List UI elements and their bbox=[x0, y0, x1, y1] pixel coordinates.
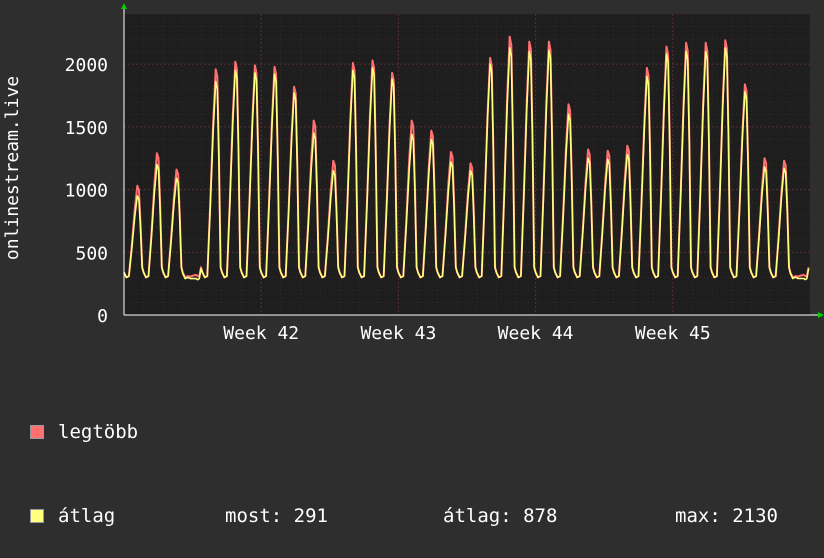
x-tick-label: Week 45 bbox=[635, 323, 711, 344]
y-tick-label: 1000 bbox=[65, 181, 108, 202]
x-tick-label: Week 43 bbox=[360, 323, 436, 344]
x-tick-label: Week 44 bbox=[498, 323, 574, 344]
legend-label-avg: átlag bbox=[58, 505, 116, 527]
y-tick-label: 1500 bbox=[65, 118, 108, 139]
y-tick-label: 500 bbox=[75, 243, 108, 264]
stat-most: most: 291 bbox=[225, 505, 328, 527]
y-tick-label: 0 bbox=[97, 306, 108, 327]
y-tick-label: 2000 bbox=[65, 55, 108, 76]
stat-average: átlag: 878 bbox=[443, 505, 558, 527]
stat-max: max: 2130 bbox=[675, 505, 778, 527]
legend-item-max: legtöbb bbox=[30, 418, 138, 446]
y-axis-arrow bbox=[121, 3, 127, 9]
legend-swatch-avg bbox=[30, 509, 44, 523]
legend-item-avg: átlag most: 291 átlag: 878 max: 2130 bbox=[30, 502, 778, 530]
legend-swatch-max bbox=[30, 425, 44, 439]
legend-label-max: legtöbb bbox=[58, 421, 139, 443]
x-axis-arrow bbox=[818, 312, 824, 318]
legend: legtöbb átlag most: 291 átlag: 878 max: … bbox=[30, 362, 778, 558]
y-axis-label: onlinestream.live bbox=[2, 76, 23, 260]
x-tick-label: Week 42 bbox=[223, 323, 299, 344]
